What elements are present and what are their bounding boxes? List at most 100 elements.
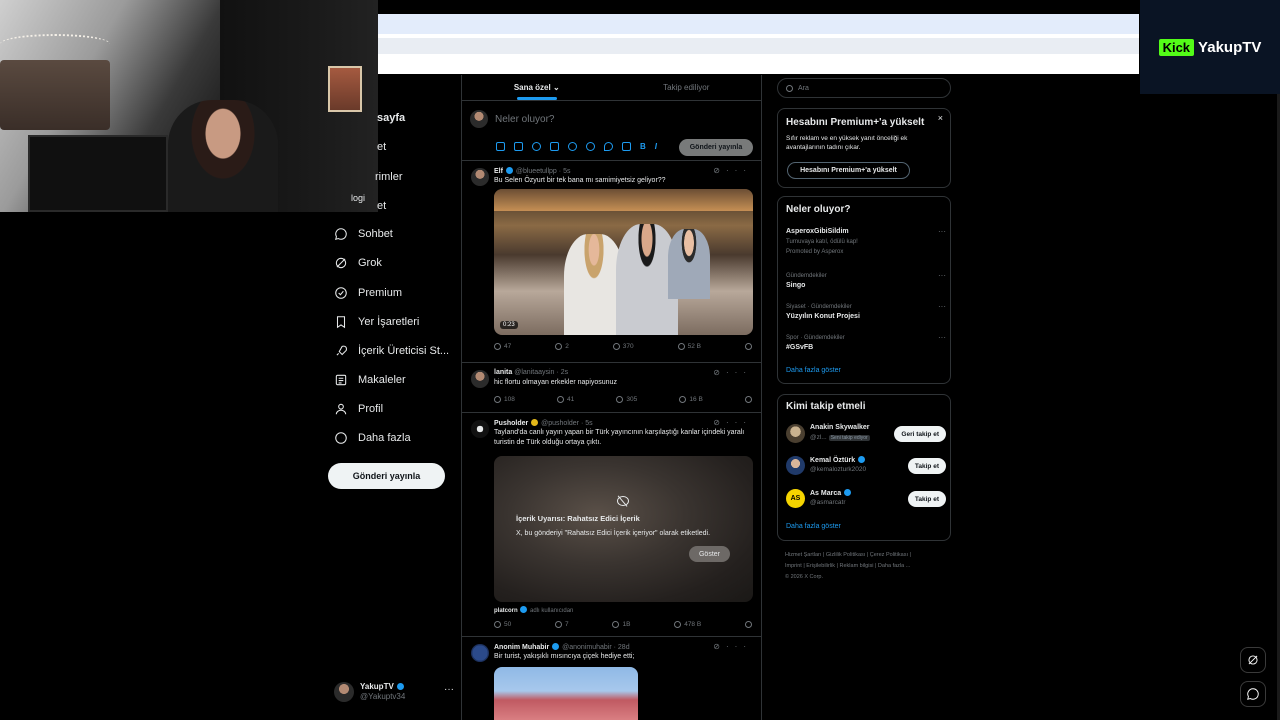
monitor xyxy=(28,135,168,212)
premium-upgrade-button[interactable]: Hesabını Premium+'a yükselt xyxy=(787,162,910,179)
avatar xyxy=(471,644,489,662)
rocket-icon xyxy=(336,345,347,356)
reply-button[interactable]: 47 xyxy=(494,343,511,350)
views-button[interactable]: 52 B xyxy=(677,343,701,350)
show-media-button[interactable]: Göster xyxy=(689,546,730,562)
follow-button[interactable]: Takip et xyxy=(907,458,946,474)
repost-icon xyxy=(557,396,565,403)
timeline-tabs: Sana özel ⌄ Takip ediliyor xyxy=(462,75,761,101)
nav-item-notifications[interactable]: rimler xyxy=(375,171,403,183)
more-icon: ··· xyxy=(726,166,752,175)
follow-suggestion[interactable]: Anakin Skywalker @zl... Seni takip ediyor… xyxy=(786,423,946,445)
grok-icon[interactable] xyxy=(532,142,541,151)
compose-post-button[interactable]: Gönderi yayınla xyxy=(679,139,753,156)
trends-card: Neler oluyor? AsperoxGibiSildim Turnuvay… xyxy=(777,196,951,384)
like-button[interactable]: 305 xyxy=(616,396,637,403)
chat-icon xyxy=(335,228,347,240)
tweet-menu[interactable]: ⊘··· xyxy=(713,642,752,651)
chat-icon xyxy=(1247,688,1259,700)
trend-item[interactable]: AsperoxGibiSildim Turnuvaya katıl, ödülü… xyxy=(786,227,946,257)
trend-item[interactable]: Gündemdekiler Singo ··· xyxy=(786,271,946,291)
account-switcher[interactable]: YakupTV @Yakuptv34 ··· xyxy=(334,680,454,704)
repost-icon xyxy=(555,343,563,350)
bookmark-button[interactable] xyxy=(744,343,752,350)
bookmark-icon xyxy=(744,343,752,350)
schedule-icon[interactable] xyxy=(586,142,595,151)
trend-item[interactable]: Siyaset · Gündemdekiler Yüzyılın Konut P… xyxy=(786,302,946,322)
trends-show-more-link[interactable]: Daha fazla göster xyxy=(786,367,841,374)
trend-item[interactable]: Spor · Gündemdekiler #GSvFB ··· xyxy=(786,333,946,353)
kick-logo: Kick YakupTV xyxy=(1140,0,1280,94)
views-button[interactable]: 478 B xyxy=(674,621,701,628)
nav-item-premium[interactable]: Premium xyxy=(334,281,402,305)
more-icon[interactable]: ··· xyxy=(444,684,454,695)
nav-item-home[interactable]: sayfa xyxy=(377,112,405,124)
nav-label: Profil xyxy=(358,403,384,415)
bookmark-button[interactable] xyxy=(744,396,752,403)
kick-badge: Kick xyxy=(1158,38,1195,56)
tab-following[interactable]: Takip ediliyor xyxy=(612,75,762,100)
footer-line[interactable]: Hizmet Şartları | Gizlilik Politikası | … xyxy=(785,550,955,561)
post-button[interactable]: Gönderi yayınla xyxy=(328,463,445,489)
footer-line[interactable]: Imprint | Erişilebilirlik | Reklam bilgi… xyxy=(785,561,955,572)
nav-item-grok[interactable]: Grok xyxy=(334,251,382,275)
tweet-menu[interactable]: ⊘··· xyxy=(713,418,752,427)
emoji-icon[interactable] xyxy=(568,142,577,151)
streamer xyxy=(168,100,278,212)
verified-icon xyxy=(531,419,539,426)
nav-item-messages[interactable]: et xyxy=(377,200,386,212)
image-icon[interactable] xyxy=(496,142,505,151)
chevron-down-icon: ⌄ xyxy=(552,83,560,92)
follows-you-badge: Seni takip ediyor xyxy=(828,435,870,441)
tab-for-you[interactable]: Sana özel ⌄ xyxy=(462,75,612,100)
tweet[interactable]: Elf @blueetullpp · 5s ⊘··· Bu Selen Özyu… xyxy=(462,161,761,363)
avatar xyxy=(334,682,354,702)
italic-icon[interactable]: I xyxy=(655,142,657,151)
reply-button[interactable]: 50 xyxy=(494,621,511,628)
nav-item-chat[interactable]: Sohbet xyxy=(334,222,393,246)
flag-icon[interactable] xyxy=(622,142,631,151)
bold-icon[interactable]: B xyxy=(640,142,646,151)
browser-bar xyxy=(378,14,1139,74)
repost-button[interactable]: 41 xyxy=(557,396,574,403)
nav-item-creator-studio[interactable]: İçerik Üreticisi St... xyxy=(334,339,449,363)
tweet-image[interactable] xyxy=(494,667,638,720)
composer: Neler oluyor? B I Gönderi yayınla xyxy=(462,101,761,161)
follow-show-more-link[interactable]: Daha fazla göster xyxy=(786,523,841,530)
follow-button[interactable]: Takip et xyxy=(907,491,946,507)
tweet-menu[interactable]: ⊘··· xyxy=(713,166,752,175)
tweet[interactable]: Pusholder @pusholder · 5s ⊘··· Tayland'd… xyxy=(462,413,761,637)
nav-item-more[interactable]: Daha fazla xyxy=(334,426,411,450)
avatar xyxy=(786,424,805,443)
articles-icon xyxy=(335,374,347,386)
nav-item-profile[interactable]: Profil xyxy=(334,397,383,421)
reply-button[interactable]: 108 xyxy=(494,396,515,403)
nav-item-bookmarks[interactable]: Yer İşaretleri xyxy=(334,310,419,334)
nav-item-articles[interactable]: Makaleler xyxy=(334,368,406,392)
more-icon: ··· xyxy=(938,227,946,236)
tweet[interactable]: lanita @lanitaaysin · 2s ⊘··· hic flortu… xyxy=(462,363,761,413)
follow-suggestion[interactable]: Kemal Öztürk @kemalozturk2020 Takip et xyxy=(786,455,946,477)
messages-float-button[interactable] xyxy=(1240,681,1266,707)
poll-icon[interactable] xyxy=(550,142,559,151)
like-button[interactable]: 1B xyxy=(612,621,630,628)
search-input[interactable]: Ara xyxy=(777,78,951,98)
tweet-header: Pusholder @pusholder · 5s xyxy=(494,419,593,427)
like-button[interactable]: 370 xyxy=(612,343,634,350)
repost-button[interactable]: 2 xyxy=(555,343,569,350)
bookmark-button[interactable] xyxy=(745,621,752,628)
follow-suggestion[interactable]: AS As Marca @asmarcatr Takip et xyxy=(786,488,946,510)
close-icon[interactable]: × xyxy=(938,113,943,123)
repost-button[interactable]: 7 xyxy=(555,621,569,628)
tweet-menu[interactable]: ⊘··· xyxy=(713,368,752,377)
follow-back-button[interactable]: Geri takip et xyxy=(894,426,946,442)
tab-strip xyxy=(378,14,1139,34)
compose-input[interactable]: Neler oluyor? xyxy=(495,114,554,125)
gif-icon[interactable] xyxy=(514,142,523,151)
location-icon[interactable] xyxy=(604,142,613,151)
nav-item-explore[interactable]: et xyxy=(377,141,386,153)
views-button[interactable]: 16 B xyxy=(679,396,703,403)
grok-float-button[interactable] xyxy=(1240,647,1266,673)
tweet[interactable]: Anonim Muhabir @anonimuhabir · 28d ⊘··· … xyxy=(462,637,761,720)
tweet-video[interactable]: 0:23 xyxy=(494,189,753,335)
